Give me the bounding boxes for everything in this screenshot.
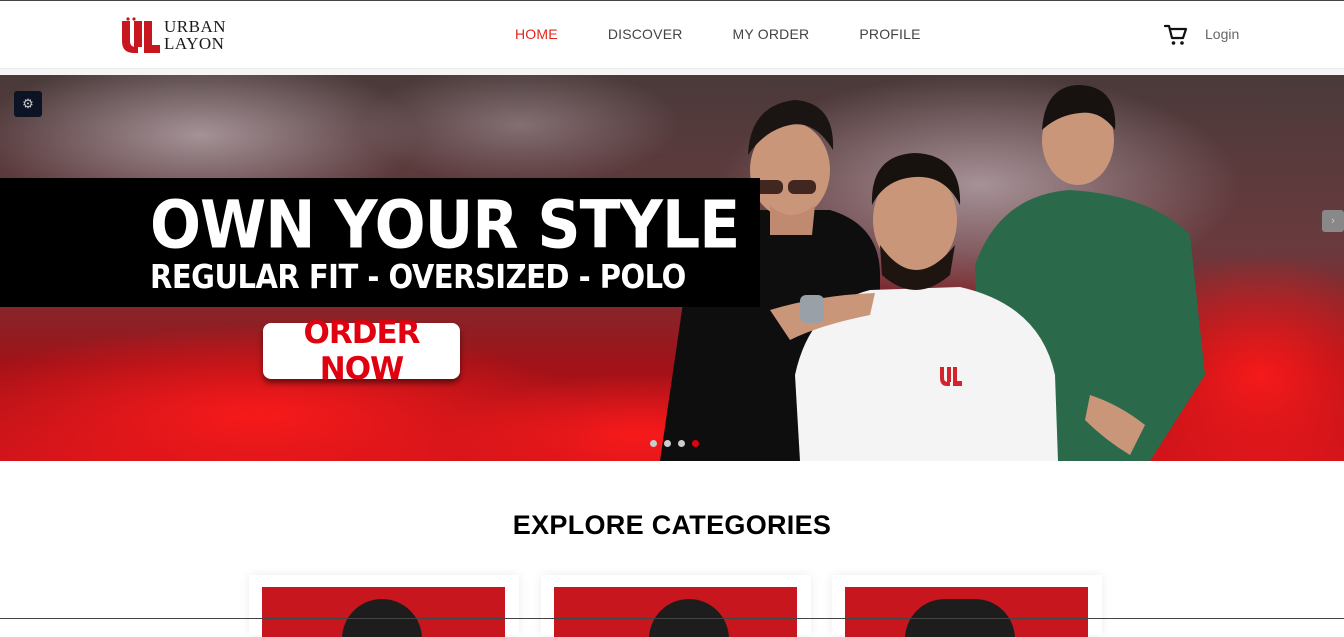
hero-subheadline: REGULAR FIT - OVERSIZED - POLO bbox=[150, 257, 686, 297]
category-card[interactable] bbox=[541, 575, 811, 637]
nav-my-order[interactable]: MY ORDER bbox=[733, 26, 810, 42]
carousel-dot-active[interactable] bbox=[692, 440, 699, 447]
site-header: URBAN LAYON HOME DISCOVER MY ORDER PROFI… bbox=[0, 1, 1344, 69]
brand-logo[interactable]: URBAN LAYON bbox=[120, 17, 226, 53]
category-card[interactable] bbox=[249, 575, 519, 637]
carousel-indicators bbox=[650, 440, 706, 447]
hero-carousel[interactable]: ⚙ OWN YOUR STYLE REGULAR FIT - OVERSIZED… bbox=[0, 75, 1344, 461]
brand-mark-icon bbox=[122, 17, 160, 53]
category-image bbox=[262, 587, 505, 637]
main-nav: HOME DISCOVER MY ORDER PROFILE bbox=[515, 26, 971, 42]
nav-discover[interactable]: DISCOVER bbox=[608, 26, 683, 42]
brain-icon[interactable]: ⚙ bbox=[14, 91, 42, 117]
category-image bbox=[845, 587, 1088, 637]
login-link[interactable]: Login bbox=[1205, 26, 1239, 42]
category-image bbox=[554, 587, 797, 637]
category-card[interactable] bbox=[832, 575, 1102, 637]
hero-headline: OWN YOUR STYLE bbox=[150, 187, 740, 264]
nav-profile[interactable]: PROFILE bbox=[859, 26, 920, 42]
shirt-logo-icon bbox=[940, 367, 962, 386]
section-title: EXPLORE CATEGORIES bbox=[512, 510, 832, 540]
carousel-dot[interactable] bbox=[678, 440, 685, 447]
brand-name: URBAN LAYON bbox=[164, 18, 226, 52]
brand-name-line1: URBAN bbox=[164, 17, 227, 36]
shopping-cart-icon[interactable] bbox=[1164, 24, 1188, 46]
carousel-dot[interactable] bbox=[650, 440, 657, 447]
order-now-button[interactable]: ORDER NOW bbox=[263, 315, 460, 387]
brand-name-line2: LAYON bbox=[164, 34, 225, 53]
nav-home[interactable]: HOME bbox=[515, 26, 558, 42]
carousel-next-icon[interactable]: › bbox=[1322, 210, 1344, 232]
carousel-dot[interactable] bbox=[664, 440, 671, 447]
